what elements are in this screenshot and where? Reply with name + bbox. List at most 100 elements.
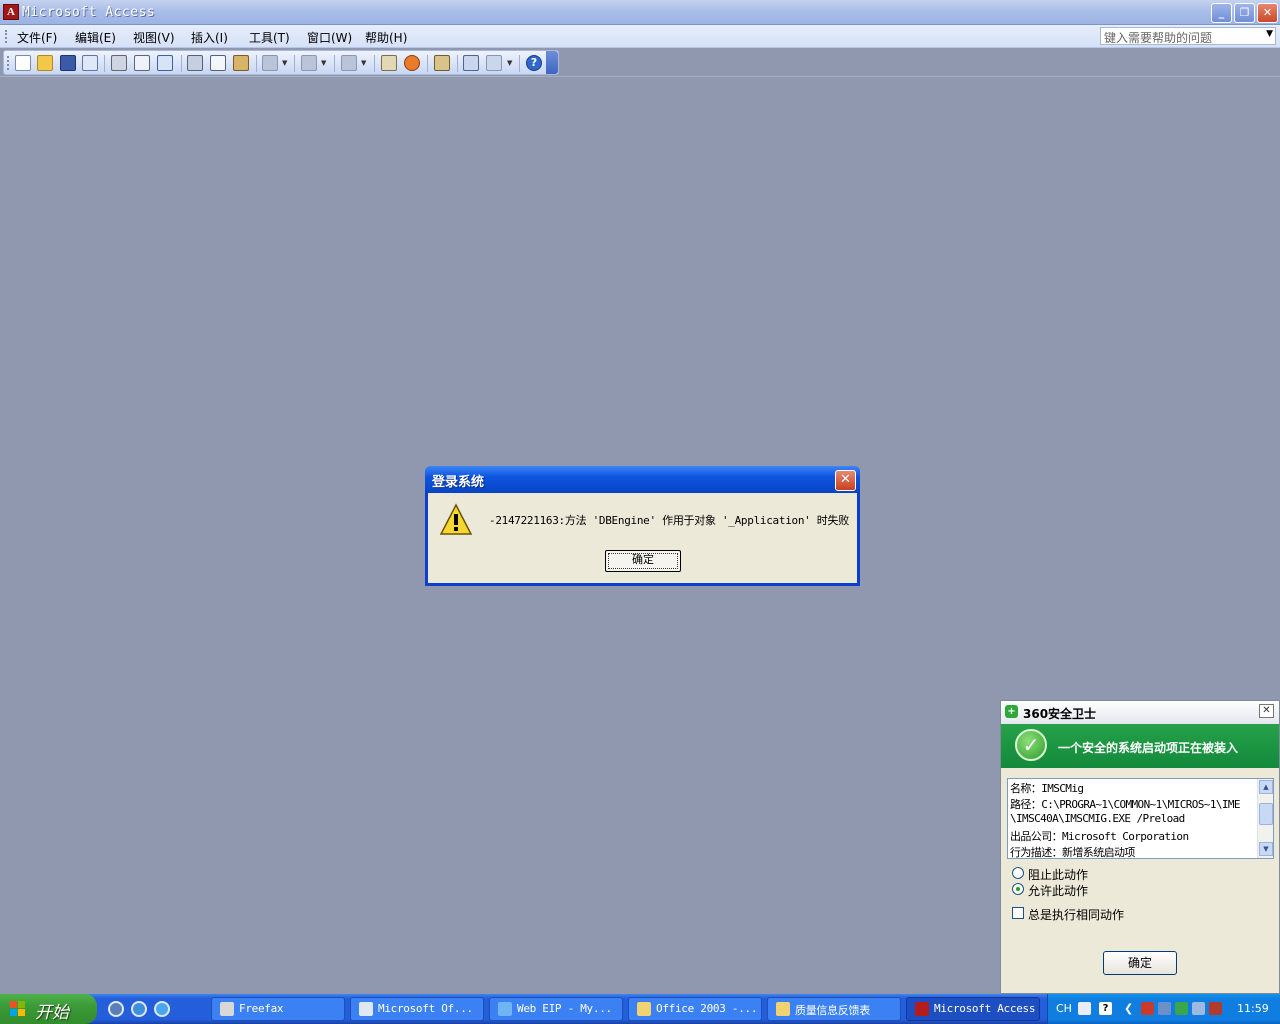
popup-header: + 360安全卫士 ✕ xyxy=(1001,701,1279,724)
menu-view[interactable]: 视图(V) xyxy=(133,29,175,46)
task-microsoft-access[interactable]: Microsoft Access xyxy=(906,997,1040,1021)
internet-explorer-icon[interactable] xyxy=(154,1001,170,1017)
task-office-2003-folder[interactable]: Office 2003 -... xyxy=(628,997,762,1021)
office-links-dropdown-icon[interactable]: ▼ xyxy=(321,59,326,67)
toolbar-separator xyxy=(256,55,257,72)
dialog-title: 登录系统 xyxy=(432,475,485,490)
save-icon[interactable] xyxy=(60,55,76,71)
detail-line: 行为描述：新增系统启动项 xyxy=(1010,846,1135,859)
toolbar-grip[interactable] xyxy=(7,56,10,70)
task-label: Office 2003 -... xyxy=(656,1002,758,1015)
toolbar-options-button[interactable] xyxy=(546,51,558,74)
menu-help[interactable]: 帮助(H) xyxy=(365,29,407,46)
error-dialog: 登录系统 ✕ -2147221163:方法 'DBEngine' 作用于对象 '… xyxy=(425,466,860,586)
print-icon[interactable] xyxy=(111,55,127,71)
task-web-eip[interactable]: Web EIP - My... xyxy=(489,997,623,1021)
ie-page-icon xyxy=(498,1002,512,1016)
task-label: Freefax xyxy=(239,1002,284,1015)
access-app-icon[interactable]: A xyxy=(3,4,19,20)
cut-icon[interactable] xyxy=(187,55,203,71)
toolbar-separator xyxy=(457,55,458,72)
open-icon[interactable] xyxy=(37,55,53,71)
new-object-dropdown-icon[interactable] xyxy=(486,55,502,71)
window-title: Microsoft Access xyxy=(22,5,156,20)
properties-icon[interactable] xyxy=(434,55,450,71)
office-icon xyxy=(359,1002,373,1016)
analyze-icon[interactable] xyxy=(341,55,357,71)
chevron-left-icon[interactable]: ❮ xyxy=(1124,1002,1137,1015)
new-object-chevron-icon[interactable]: ▼ xyxy=(507,59,512,67)
scroll-up-icon[interactable]: ▲ xyxy=(1259,780,1273,794)
spelling-icon[interactable] xyxy=(157,55,173,71)
menu-window[interactable]: 窗口(W) xyxy=(307,29,352,46)
close-button[interactable]: ✕ xyxy=(1257,3,1278,23)
always-checkbox[interactable] xyxy=(1012,907,1024,919)
always-label: 总是执行相同动作 xyxy=(1028,908,1125,922)
help-search-input[interactable]: 键入需要帮助的问题 ▼ xyxy=(1100,27,1276,45)
menu-file[interactable]: 文件(F) xyxy=(17,29,57,46)
network-icon[interactable] xyxy=(1158,1002,1171,1015)
paste-icon[interactable] xyxy=(233,55,249,71)
browser-quicklaunch-icon[interactable] xyxy=(131,1001,147,1017)
chevron-down-icon[interactable]: ▼ xyxy=(1266,29,1273,39)
code-icon[interactable] xyxy=(381,55,397,71)
menu-insert[interactable]: 插入(I) xyxy=(191,29,228,46)
file-search-icon[interactable] xyxy=(82,55,98,71)
option-block-label: 阻止此动作 xyxy=(1028,868,1089,882)
title-bar: A Microsoft Access _ ❐ ✕ xyxy=(0,0,1280,25)
toolbar-separator xyxy=(104,55,105,72)
office-links-icon[interactable] xyxy=(301,55,317,71)
task-microsoft-office[interactable]: Microsoft Of... xyxy=(350,997,484,1021)
option-allow-label: 允许此动作 xyxy=(1028,884,1089,898)
new-object-icon[interactable] xyxy=(463,55,479,71)
task-quality-feedback-folder[interactable]: 质量信息反馈表 xyxy=(767,997,901,1021)
menu-edit[interactable]: 编辑(E) xyxy=(75,29,116,46)
undo-icon[interactable] xyxy=(262,55,278,71)
shield-tray-icon[interactable] xyxy=(1175,1002,1188,1015)
messenger-icon[interactable] xyxy=(108,1001,124,1017)
dialog-title-bar[interactable]: 登录系统 ✕ xyxy=(425,466,860,493)
popup-details-box[interactable]: 名称：IMSCMig 路径：C:\PROGRA~1\COMMON~1\MICRO… xyxy=(1007,778,1274,859)
folder-icon xyxy=(776,1002,790,1016)
toolbar-separator xyxy=(334,55,335,72)
analyze-dropdown-icon[interactable]: ▼ xyxy=(361,59,366,67)
language-indicator[interactable]: CH xyxy=(1056,1002,1072,1015)
copy-icon[interactable] xyxy=(210,55,226,71)
dialog-ok-button[interactable]: 确定 xyxy=(605,550,681,572)
popup-ok-button[interactable]: 确定 xyxy=(1103,951,1177,975)
scroll-down-icon[interactable]: ▼ xyxy=(1259,842,1273,856)
toolbar-separator xyxy=(294,55,295,72)
restore-button[interactable]: ❐ xyxy=(1234,3,1255,23)
display-icon[interactable] xyxy=(1192,1002,1205,1015)
radio-allow[interactable] xyxy=(1012,883,1024,895)
minimize-button[interactable]: _ xyxy=(1211,3,1232,23)
access-icon xyxy=(915,1002,929,1016)
keyboard-icon[interactable] xyxy=(1078,1002,1091,1015)
undo-dropdown-icon[interactable]: ▼ xyxy=(282,59,287,67)
security-tray-icon[interactable] xyxy=(1141,1002,1154,1015)
dialog-message: -2147221163:方法 'DBEngine' 作用于对象 '_Applic… xyxy=(489,514,849,527)
details-scrollbar[interactable]: ▲ ▼ xyxy=(1257,779,1273,858)
antivirus-icon[interactable] xyxy=(1209,1002,1222,1015)
help-tray-icon[interactable]: ? xyxy=(1099,1002,1112,1015)
task-label: 质量信息反馈表 xyxy=(795,1004,870,1017)
help-icon[interactable]: ? xyxy=(526,55,542,71)
print-preview-icon[interactable] xyxy=(134,55,150,71)
dialog-close-button[interactable]: ✕ xyxy=(835,470,856,491)
scroll-thumb[interactable] xyxy=(1259,803,1273,825)
security-popup: + 360安全卫士 ✕ ✓ 一个安全的系统启动项正在被装入 名称：IMSCMig… xyxy=(1000,700,1280,994)
database-toolbar: ▼ ▼ ▼ ▼ ? xyxy=(3,50,559,75)
task-freefax[interactable]: Freefax xyxy=(211,997,345,1021)
menu-tools[interactable]: 工具(T) xyxy=(249,29,290,46)
start-button[interactable]: 开始 xyxy=(0,994,97,1024)
task-label: Microsoft Access xyxy=(934,1002,1036,1015)
popup-close-button[interactable]: ✕ xyxy=(1259,704,1274,718)
menubar-grip[interactable] xyxy=(5,30,8,43)
task-label: Microsoft Of... xyxy=(378,1002,473,1015)
shield-logo-icon: + xyxy=(1005,705,1018,718)
relationships-icon[interactable] xyxy=(404,55,420,71)
popup-banner: ✓ 一个安全的系统启动项正在被装入 xyxy=(1001,724,1279,768)
radio-block[interactable] xyxy=(1012,867,1024,879)
new-icon[interactable] xyxy=(15,55,31,71)
popup-title: 360安全卫士 xyxy=(1023,707,1097,721)
